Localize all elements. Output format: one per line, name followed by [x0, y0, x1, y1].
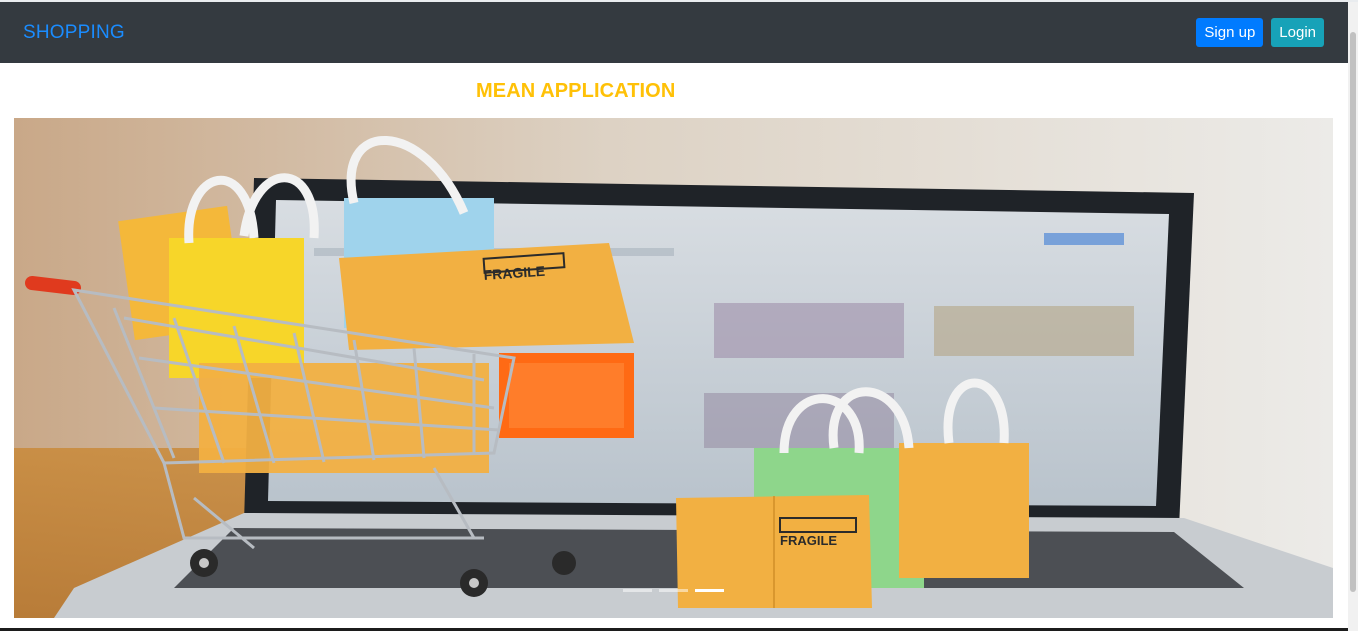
signup-button[interactable]: Sign up	[1196, 18, 1264, 47]
carousel-indicator-2[interactable]	[659, 589, 688, 592]
hero-carousel[interactable]: FRAGILE FRAGILE	[14, 118, 1333, 618]
brand-link[interactable]: SHOPPING	[23, 22, 125, 44]
carousel-slide-image: FRAGILE FRAGILE	[14, 118, 1333, 618]
carousel-indicator-3[interactable]	[695, 589, 724, 592]
scrollbar-thumb[interactable]	[1350, 32, 1356, 592]
page-heading: MEAN APPLICATION	[476, 80, 676, 102]
nav-buttons: Sign up Login	[1196, 18, 1324, 47]
page-scrollbar[interactable]	[1348, 2, 1358, 631]
front-box-label: FRAGILE	[780, 533, 837, 548]
navbar: SHOPPING Sign up Login	[0, 2, 1348, 63]
carousel-indicators	[623, 589, 724, 592]
carousel-indicator-1[interactable]	[623, 589, 652, 592]
login-button[interactable]: Login	[1271, 18, 1324, 47]
